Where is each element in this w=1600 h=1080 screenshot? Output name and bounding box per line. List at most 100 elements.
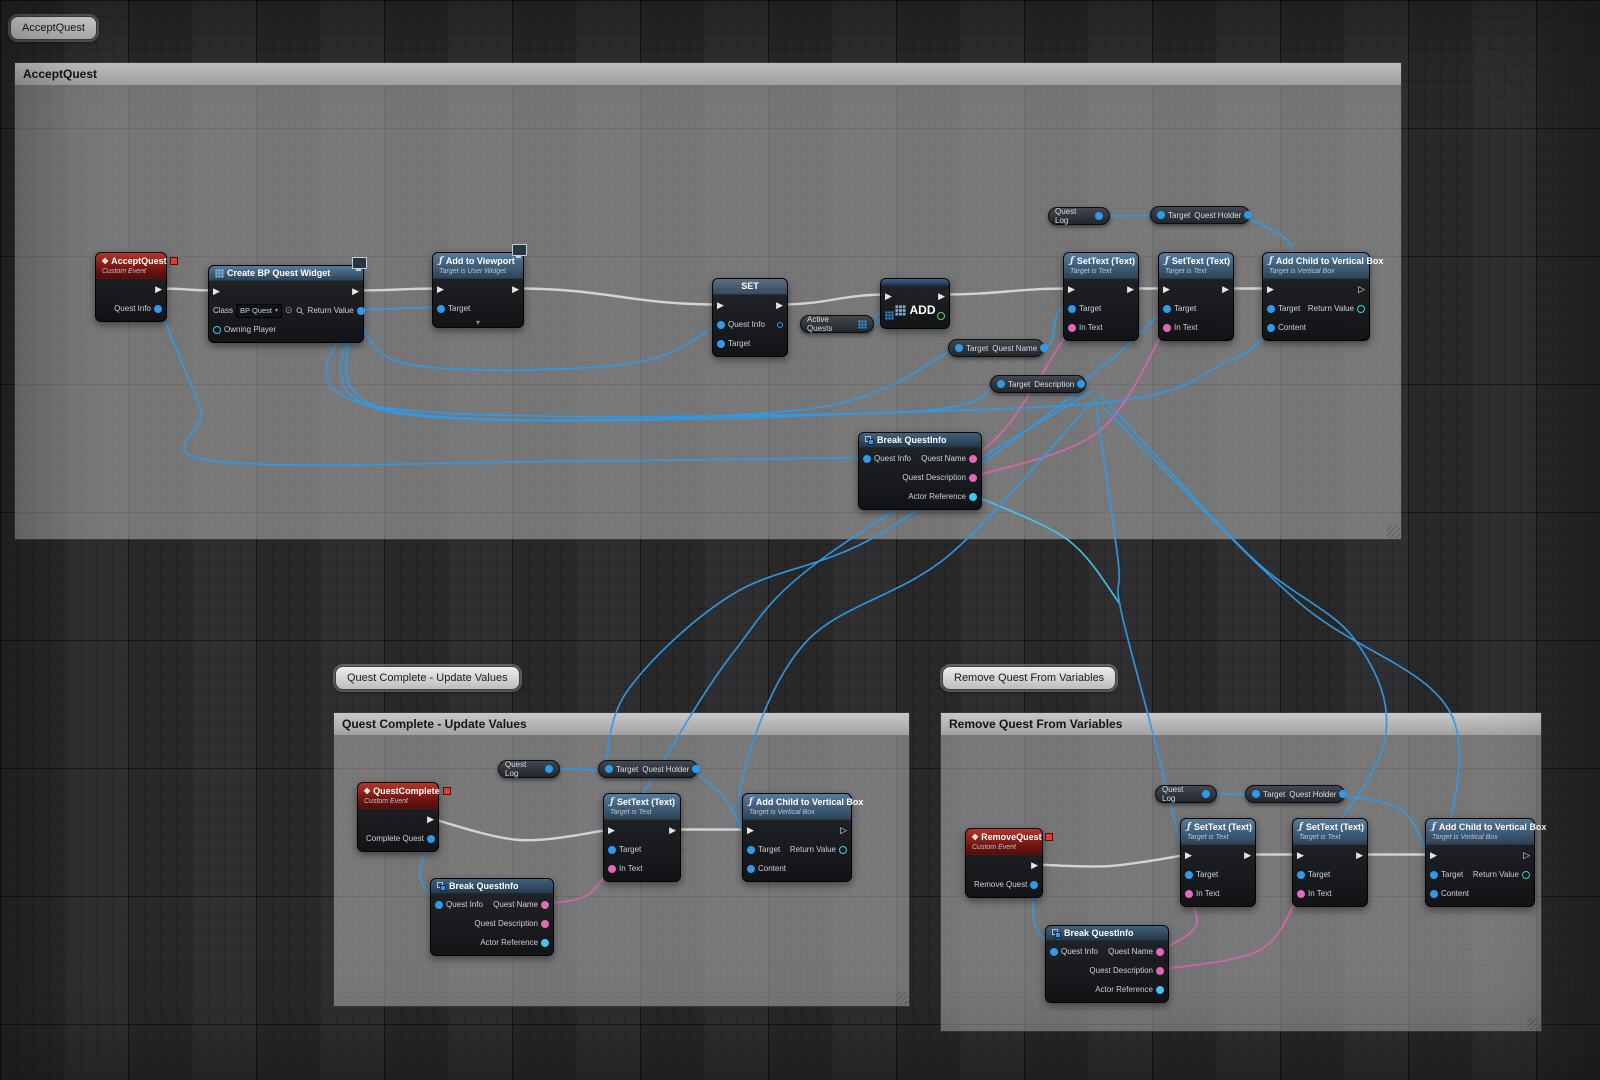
object-pin[interactable] — [1030, 881, 1038, 889]
node-active-quests-pill[interactable]: Active Quests — [800, 315, 874, 333]
comment-bubble-remove-quest[interactable]: Remove Quest From Variables — [942, 666, 1116, 690]
text-pin[interactable] — [608, 865, 616, 873]
data-wire[interactable] — [605, 386, 1086, 770]
data-wire[interactable] — [356, 308, 440, 310]
actor-pin[interactable] — [1156, 986, 1164, 994]
node-header[interactable]: Break QuestInfo — [1046, 926, 1168, 941]
exec-pin[interactable]: ▶ — [1297, 851, 1304, 860]
object-pin[interactable] — [1252, 790, 1260, 798]
object-pin[interactable] — [1077, 380, 1085, 388]
object-pin[interactable] — [437, 305, 445, 313]
object-pin[interactable] — [1430, 871, 1438, 879]
object-pin[interactable] — [717, 340, 725, 348]
object-pin[interactable] — [1202, 790, 1210, 798]
node-addchild-2[interactable]: ƒAdd Child to Vertical BoxTarget is Vert… — [742, 793, 852, 882]
text-pin[interactable] — [541, 901, 549, 909]
exec-pin[interactable]: ▶ — [1185, 851, 1192, 860]
object-pin[interactable] — [747, 865, 755, 873]
node-quest-log-pill-1[interactable]: Quest Log — [1048, 207, 1110, 225]
green-pin[interactable] — [937, 312, 945, 320]
node-removequest-event[interactable]: ◆RemoveQuestCustom Event▶Remove Quest — [965, 828, 1043, 898]
node-quest-log-pill-3[interactable]: Quest Log — [1155, 785, 1217, 803]
result-pin[interactable] — [839, 846, 847, 854]
node-header[interactable]: ƒAdd Child to Vertical BoxTarget is Vert… — [743, 794, 851, 820]
exec-pin[interactable]: ▷ — [1358, 285, 1365, 294]
object-pin[interactable] — [1267, 324, 1275, 332]
array-pin[interactable] — [885, 311, 894, 320]
object-pin[interactable] — [1068, 305, 1076, 313]
exec-pin[interactable]: ▶ — [1222, 285, 1229, 294]
node-break-3[interactable]: Break QuestInfoQuest InfoQuest NameQuest… — [1045, 925, 1169, 1003]
node-acceptquest-event[interactable]: ◆AcceptQuestCustom Event▶Quest Info — [95, 252, 167, 322]
data-wire[interactable] — [1104, 408, 1459, 893]
object-pin[interactable] — [1040, 344, 1048, 352]
object-pin[interactable] — [717, 321, 725, 329]
object-pin[interactable] — [545, 765, 553, 773]
node-quest-holder-3[interactable]: TargetQuest Holder — [1245, 785, 1345, 803]
exec-pin[interactable]: ▶ — [1356, 851, 1363, 860]
node-settext-2[interactable]: ƒSetText (Text)Target is Text▶▶TargetIn … — [1158, 252, 1234, 341]
exec-pin[interactable]: ▶ — [155, 285, 162, 294]
object-pin[interactable] — [608, 846, 616, 854]
node-addchild-1[interactable]: ƒAdd Child to Vertical BoxTarget is Vert… — [1262, 252, 1370, 341]
exec-pin[interactable]: ▶ — [427, 815, 434, 824]
exec-pin[interactable]: ▶ — [747, 826, 754, 835]
exec-pin[interactable]: ▶ — [776, 301, 783, 310]
exec-wire[interactable] — [780, 295, 888, 305]
node-quest-log-pill-2[interactable]: Quest Log — [498, 760, 560, 778]
node-header[interactable]: Break QuestInfo — [431, 879, 553, 894]
node-header[interactable]: ƒSetText (Text)Target is Text — [1293, 819, 1367, 845]
node-quest-holder-2[interactable]: TargetQuest Holder — [598, 760, 698, 778]
result-pin[interactable] — [1522, 871, 1530, 879]
object-pin[interactable] — [1157, 211, 1165, 219]
node-header[interactable]: ◆QuestCompleteCustom Event — [358, 783, 438, 809]
text-pin[interactable] — [1156, 948, 1164, 956]
node-set-node[interactable]: SET▶▶Quest InfoTarget — [712, 278, 788, 357]
object-pin[interactable] — [1050, 948, 1058, 956]
exec-pin[interactable]: ▶ — [1430, 851, 1437, 860]
object-pin[interactable] — [1267, 305, 1275, 313]
text-pin[interactable] — [969, 455, 977, 463]
node-settext-4[interactable]: ƒSetText (Text)Target is Text▶▶TargetIn … — [1180, 818, 1256, 907]
object-pin[interactable] — [955, 344, 963, 352]
object-pin[interactable] — [427, 835, 435, 843]
exec-pin[interactable]: ▶ — [512, 285, 519, 294]
node-break-1[interactable]: Break QuestInfoQuest InfoQuest NameQuest… — [858, 432, 982, 510]
exec-pin[interactable]: ▶ — [1068, 285, 1075, 294]
node-questcomplete-event[interactable]: ◆QuestCompleteCustom Event▶Complete Ques… — [357, 782, 439, 852]
node-header[interactable]: ƒSetText (Text)Target is Text — [1064, 253, 1138, 279]
exec-pin[interactable]: ▶ — [669, 826, 676, 835]
object-pin[interactable] — [1244, 211, 1252, 219]
node-break-2[interactable]: Break QuestInfoQuest InfoQuest NameQuest… — [430, 878, 554, 956]
object-pin[interactable] — [154, 305, 162, 313]
object-pin[interactable] — [747, 846, 755, 854]
data-wire[interactable] — [356, 310, 720, 370]
object-pin[interactable] — [1095, 212, 1103, 220]
exec-pin[interactable]: ▶ — [437, 285, 444, 294]
exec-wire[interactable] — [942, 289, 1071, 295]
exec-pin[interactable]: ▶ — [885, 292, 892, 301]
exec-pin[interactable]: ▶ — [1031, 861, 1038, 870]
object-pin[interactable] — [997, 380, 1005, 388]
node-header[interactable]: ƒAdd Child to Vertical BoxTarget is Vert… — [1426, 819, 1534, 845]
node-settext-5[interactable]: ƒSetText (Text)Target is Text▶▶TargetIn … — [1292, 818, 1368, 907]
exec-pin[interactable]: ▶ — [717, 301, 724, 310]
data-wire[interactable] — [546, 868, 611, 904]
node-settext-1[interactable]: ƒSetText (Text)Target is Text▶▶TargetIn … — [1063, 252, 1139, 341]
node-description-getter[interactable]: TargetDescription — [990, 375, 1086, 393]
node-header[interactable]: Break QuestInfo — [859, 433, 981, 448]
node-header[interactable]: SET — [713, 279, 787, 295]
use-selected-icon[interactable]: ⊙ — [285, 306, 293, 315]
object-pin[interactable] — [1185, 871, 1193, 879]
exec-pin[interactable]: ▶ — [213, 287, 220, 296]
node-settext-3[interactable]: ƒSetText (Text)Target is Text▶▶TargetIn … — [603, 793, 681, 882]
node-header[interactable]: Create BP Quest Widget — [209, 266, 363, 281]
object-pin[interactable] — [692, 765, 700, 773]
actor-pin[interactable] — [541, 939, 549, 947]
exec-wire[interactable] — [356, 289, 440, 291]
exec-pin[interactable]: ▷ — [840, 826, 847, 835]
node-header[interactable]: ƒAdd to ViewportTarget is User Widget — [433, 253, 523, 279]
node-header[interactable]: ƒSetText (Text)Target is Text — [604, 794, 680, 820]
actor-pin[interactable] — [213, 326, 221, 334]
data-wire[interactable] — [974, 496, 1120, 605]
